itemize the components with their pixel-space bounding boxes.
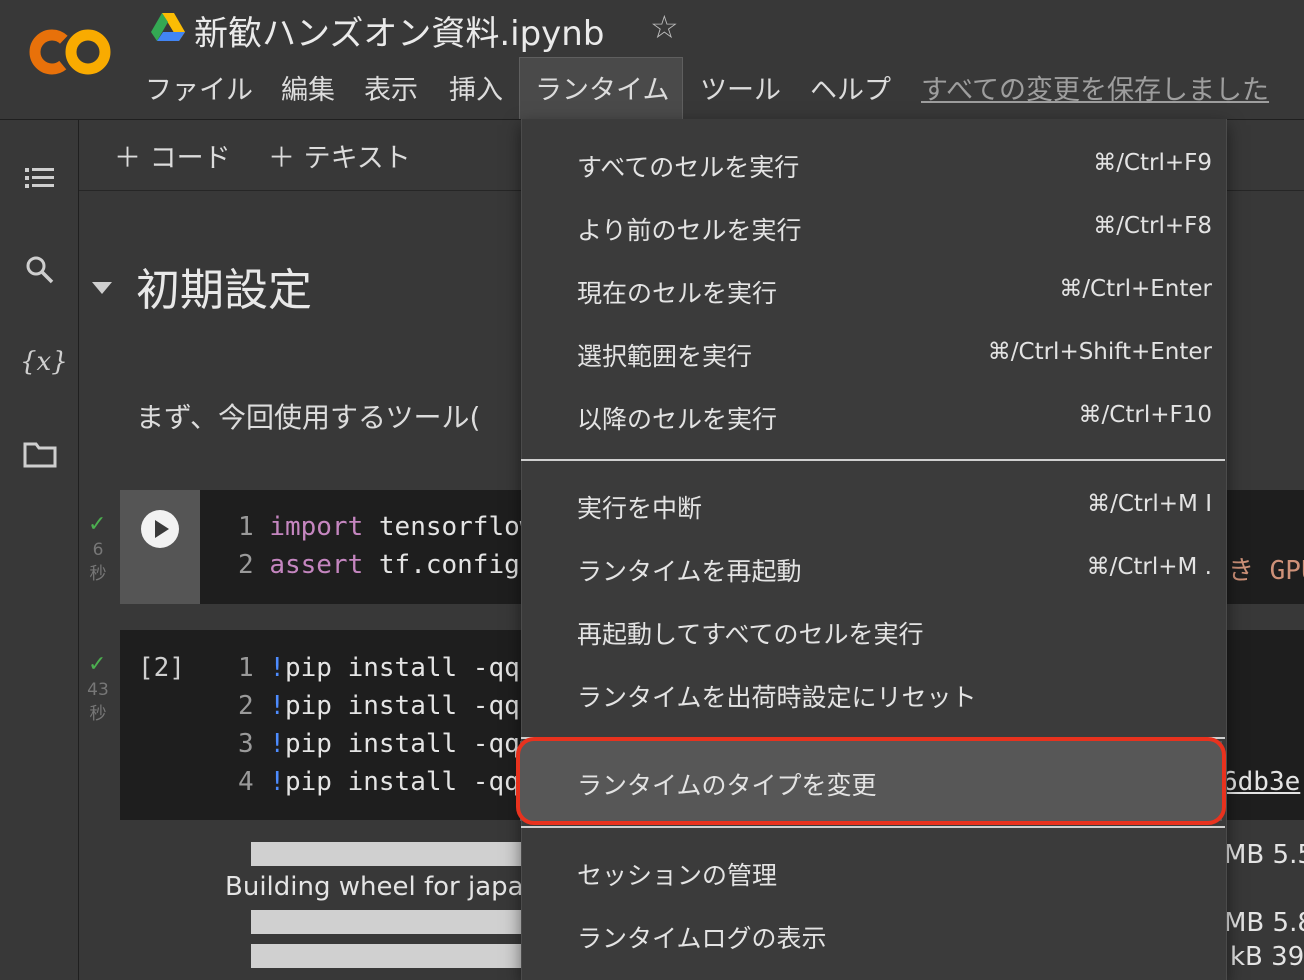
menu-item-restart[interactable]: ランタイムを再起動 xyxy=(577,552,802,588)
cell2-right-fragment: 6db3e xyxy=(1222,767,1301,797)
menu-item-run-all[interactable]: すべてのセルを実行 xyxy=(577,148,799,184)
shortcut-interrupt: ⌘/Ctrl+M I xyxy=(1087,491,1212,517)
variables-icon[interactable]: {x} xyxy=(20,342,68,382)
menu-runtime[interactable]: ランタイム xyxy=(535,68,669,107)
saved-status-link[interactable]: すべての変更を保存しました xyxy=(921,68,1269,107)
table-of-contents-icon[interactable] xyxy=(20,158,60,198)
menu-item-run-after[interactable]: 以降のセルを実行 xyxy=(577,400,777,436)
menu-insert[interactable]: 挿入 xyxy=(449,68,503,107)
left-sidebar xyxy=(0,120,79,980)
cell1-success-check-icon: ✓ xyxy=(88,512,107,537)
section-collapse-caret-icon[interactable] xyxy=(92,282,112,294)
shortcut-run-selection: ⌘/Ctrl+Shift+Enter xyxy=(987,339,1212,365)
output-right-fragment-1: MB 5.5 xyxy=(1224,840,1304,870)
shortcut-run-after: ⌘/Ctrl+F10 xyxy=(1078,402,1212,428)
menu-item-manage-sessions[interactable]: セッションの管理 xyxy=(577,856,777,892)
colab-logo-icon[interactable] xyxy=(28,24,112,80)
notebook-title[interactable]: 新歓ハンズオン資料.ipynb xyxy=(194,6,604,55)
add-text-button[interactable]: ＋ テキスト xyxy=(268,136,411,175)
progress-bar-2 xyxy=(251,910,521,934)
cell2-line-1: 1 !pip install -qq em xyxy=(238,653,567,683)
shortcut-run-before: ⌘/Ctrl+F8 xyxy=(1093,213,1212,239)
menu-item-run-selection[interactable]: 選択範囲を実行 xyxy=(577,337,752,373)
menu-item-factory-reset[interactable]: ランタイムを出荷時設定にリセット xyxy=(577,678,977,714)
intro-text: まず、今回使用するツール( xyxy=(136,401,481,434)
cell1-exec-time: 6秒 xyxy=(89,540,107,584)
build-output-text: Building wheel for japa xyxy=(225,872,524,902)
menu-item-run-before[interactable]: より前のセルを実行 xyxy=(577,211,802,247)
output-right-fragment-3: kB 39 xyxy=(1230,942,1304,972)
menu-edit[interactable]: 編集 xyxy=(281,68,335,107)
output-right-fragment-2: MB 5.8 xyxy=(1224,908,1304,938)
run-cell-button[interactable] xyxy=(140,509,180,549)
runtime-dropdown-menu xyxy=(521,119,1227,980)
cell2-exec-count: [2] xyxy=(138,653,185,683)
cell1-right-fragment: き GPU xyxy=(1228,556,1304,586)
progress-bar-3 xyxy=(251,944,521,968)
folder-icon[interactable] xyxy=(20,434,60,474)
menu-file[interactable]: ファイル xyxy=(145,68,253,107)
menu-item-run-current[interactable]: 現在のセルを実行 xyxy=(577,274,777,310)
progress-bar-1 xyxy=(251,842,521,866)
menu-divider-3 xyxy=(521,826,1225,828)
section-heading: 初期設定 xyxy=(136,265,312,316)
menu-item-view-runtime-logs[interactable]: ランタイムログの表示 xyxy=(577,919,827,955)
menu-item-interrupt[interactable]: 実行を中断 xyxy=(577,489,702,525)
menu-view[interactable]: 表示 xyxy=(364,68,418,107)
add-code-button[interactable]: ＋ コード xyxy=(114,136,231,175)
cell1-line-2: 2 assert tf.config.ex xyxy=(238,550,567,580)
menu-help[interactable]: ヘルプ xyxy=(810,68,891,107)
menu-divider-1 xyxy=(521,459,1225,461)
shortcut-run-all: ⌘/Ctrl+F9 xyxy=(1093,150,1212,176)
cell2-exec-time: 43 秒 xyxy=(87,680,109,724)
shortcut-run-current: ⌘/Ctrl+Enter xyxy=(1059,276,1212,302)
search-icon[interactable] xyxy=(20,250,60,290)
cell2-success-check-icon: ✓ xyxy=(88,652,107,677)
shortcut-restart: ⌘/Ctrl+M . xyxy=(1086,554,1212,580)
google-drive-icon[interactable] xyxy=(151,12,185,42)
annotation-highlight-ring xyxy=(516,737,1226,825)
star-icon[interactable]: ☆ xyxy=(650,8,679,46)
menu-tools[interactable]: ツール xyxy=(700,68,781,107)
cell1-line-1: 1 import tensorflow xyxy=(238,512,536,542)
menu-item-restart-run-all[interactable]: 再起動してすべてのセルを実行 xyxy=(577,615,924,651)
